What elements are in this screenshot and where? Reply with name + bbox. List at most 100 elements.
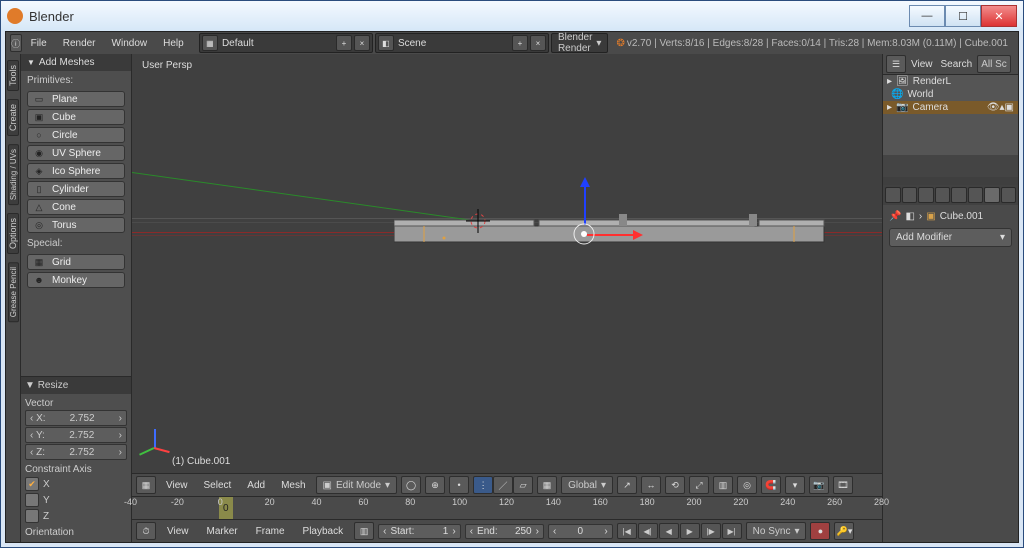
resize-z-input[interactable]: ‹ Z:2.752› xyxy=(25,444,127,460)
mode-selector[interactable]: ▣Edit Mode▾ xyxy=(316,476,398,494)
jump-end-button[interactable]: ▶| xyxy=(722,523,742,539)
tab-tools[interactable]: Tools xyxy=(7,60,19,91)
keyframe-prev-button[interactable]: ◀| xyxy=(638,523,658,539)
tl-marker-menu[interactable]: Marker xyxy=(200,520,245,542)
area-splitter[interactable] xyxy=(883,177,1018,185)
editor-type-icon[interactable]: ⓘ xyxy=(10,34,22,52)
add-layout-button[interactable]: + xyxy=(336,35,352,51)
select-menu[interactable]: Select xyxy=(198,474,238,496)
snap-target-icon[interactable]: ▾ xyxy=(785,476,805,494)
manipulator-origin[interactable] xyxy=(572,222,596,246)
prop-tab-scene[interactable] xyxy=(918,187,934,203)
remove-layout-button[interactable]: × xyxy=(354,35,370,51)
resize-header[interactable]: ▼ Resize xyxy=(21,377,131,394)
tl-view-menu[interactable]: View xyxy=(160,520,196,542)
play-reverse-button[interactable]: ◀ xyxy=(659,523,679,539)
outliner-search-menu[interactable]: Search xyxy=(938,54,976,74)
outliner-item-selected[interactable]: ▸📷Camera👁▴▣ xyxy=(883,101,1018,114)
prop-tab-data[interactable] xyxy=(1001,187,1017,203)
render-engine-selector[interactable]: Blender Render ▾ xyxy=(551,33,609,53)
menu-help[interactable]: Help xyxy=(156,32,191,54)
mesh-menu[interactable]: Mesh xyxy=(275,474,311,496)
render-preview-icon[interactable]: 📷 xyxy=(809,476,829,494)
prop-tab-constraints[interactable] xyxy=(968,187,984,203)
add-menu[interactable]: Add xyxy=(241,474,271,496)
outliner[interactable]: ▸🖼RenderL 🌐World ▸📷Camera👁▴▣ xyxy=(883,75,1018,155)
shading-selector[interactable]: ◯ xyxy=(401,476,421,494)
remove-scene-button[interactable]: × xyxy=(530,35,546,51)
manipulator-toggle[interactable]: ↗ xyxy=(617,476,637,494)
play-button[interactable]: ▶ xyxy=(680,523,700,539)
prop-edit-icon[interactable]: ◎ xyxy=(737,476,757,494)
outliner-view-menu[interactable]: View xyxy=(908,54,936,74)
resize-y-input[interactable]: ‹ Y:2.752› xyxy=(25,427,127,443)
sync-mode-selector[interactable]: No Sync▾ xyxy=(746,522,807,540)
add-circle-button[interactable]: ○Circle xyxy=(27,127,125,143)
add-torus-button[interactable]: ◎Torus xyxy=(27,217,125,233)
prop-tab-world[interactable] xyxy=(935,187,951,203)
current-frame-input[interactable]: ‹0› xyxy=(548,524,613,539)
manipulator-z-axis[interactable] xyxy=(580,177,590,225)
view-menu[interactable]: View xyxy=(160,474,194,496)
edge-select-icon[interactable]: ／ xyxy=(493,476,513,494)
add-cube-button[interactable]: ▣Cube xyxy=(27,109,125,125)
limit-selection-icon[interactable]: ▦ xyxy=(537,476,557,494)
close-button[interactable]: ✕ xyxy=(981,5,1017,27)
add-monkey-button[interactable]: ☻Monkey xyxy=(27,272,125,288)
manip-translate-icon[interactable]: ↔ xyxy=(641,476,661,494)
3d-viewport[interactable]: User Persp xyxy=(132,54,882,473)
editor-type-3dview-icon[interactable]: ▦ xyxy=(136,476,156,494)
outliner-scrollbar[interactable] xyxy=(883,155,1018,177)
resize-x-input[interactable]: ‹ X:2.752› xyxy=(25,410,127,426)
prop-tab-object[interactable] xyxy=(951,187,967,203)
end-frame-input[interactable]: ‹End:250› xyxy=(465,524,544,539)
add-uvsphere-button[interactable]: ◉UV Sphere xyxy=(27,145,125,161)
add-modifier-button[interactable]: Add Modifier ▾ xyxy=(889,228,1012,247)
editor-type-outliner-icon[interactable]: ☰ xyxy=(886,55,906,73)
layers-icon[interactable]: ▥ xyxy=(713,476,733,494)
tab-options[interactable]: Options xyxy=(7,213,19,254)
tab-shading-uvs[interactable]: Shading / UVs xyxy=(8,144,19,205)
add-plane-button[interactable]: ▭Plane xyxy=(27,91,125,107)
autokey-button[interactable]: ● xyxy=(810,522,830,540)
layout-selector[interactable]: ▦ + × xyxy=(199,33,373,53)
outliner-item[interactable]: ▸🖼RenderL xyxy=(883,75,1018,88)
properties-breadcrumb[interactable]: 📌 ◧› ▣ Cube.001 xyxy=(889,211,1012,222)
tab-create[interactable]: Create xyxy=(7,99,19,136)
constraint-x-checkbox[interactable]: ✔ xyxy=(25,477,39,491)
prop-tab-layers[interactable] xyxy=(902,187,918,203)
minimize-button[interactable]: — xyxy=(909,5,945,27)
tab-grease-pencil[interactable]: Grease Pencil xyxy=(8,262,19,322)
menu-window[interactable]: Window xyxy=(105,32,155,54)
menu-file[interactable]: File xyxy=(24,32,54,54)
snap-icon[interactable]: 🧲 xyxy=(761,476,781,494)
tl-playback-menu[interactable]: Playback xyxy=(296,520,351,542)
render-anim-icon[interactable]: 🎞 xyxy=(833,476,853,494)
add-icosphere-button[interactable]: ◈Ico Sphere xyxy=(27,163,125,179)
menu-render[interactable]: Render xyxy=(56,32,103,54)
prop-tab-render[interactable] xyxy=(885,187,901,203)
prop-tab-modifiers[interactable] xyxy=(984,187,1000,203)
tl-toggle-icon[interactable]: ▥ xyxy=(354,522,374,540)
jump-start-button[interactable]: |◀ xyxy=(617,523,637,539)
keying-set-selector[interactable]: 🔑▾ xyxy=(834,522,854,540)
outliner-display-mode[interactable]: All Sc xyxy=(977,55,1011,73)
add-grid-button[interactable]: ▦Grid xyxy=(27,254,125,270)
maximize-button[interactable]: ☐ xyxy=(945,5,981,27)
pin-icon[interactable]: 📌 xyxy=(889,211,901,222)
constraint-y-checkbox[interactable] xyxy=(25,493,39,507)
face-select-icon[interactable]: ▱ xyxy=(513,476,533,494)
add-scene-button[interactable]: + xyxy=(512,35,528,51)
outliner-item[interactable]: 🌐World xyxy=(883,88,1018,101)
pivot-lock-icon[interactable]: • xyxy=(449,476,469,494)
add-cylinder-button[interactable]: ▯Cylinder xyxy=(27,181,125,197)
constraint-z-checkbox[interactable] xyxy=(25,509,39,523)
orientation-selector[interactable]: Global▾ xyxy=(561,476,613,494)
scene-name[interactable] xyxy=(396,37,510,50)
add-meshes-header[interactable]: ▼Add Meshes xyxy=(21,54,131,71)
scene-selector[interactable]: ◧ + × xyxy=(375,33,549,53)
add-cone-button[interactable]: △Cone xyxy=(27,199,125,215)
pivot-selector[interactable]: ⊕ xyxy=(425,476,445,494)
start-frame-input[interactable]: ‹Start:1› xyxy=(378,524,461,539)
layout-name[interactable] xyxy=(220,37,334,50)
